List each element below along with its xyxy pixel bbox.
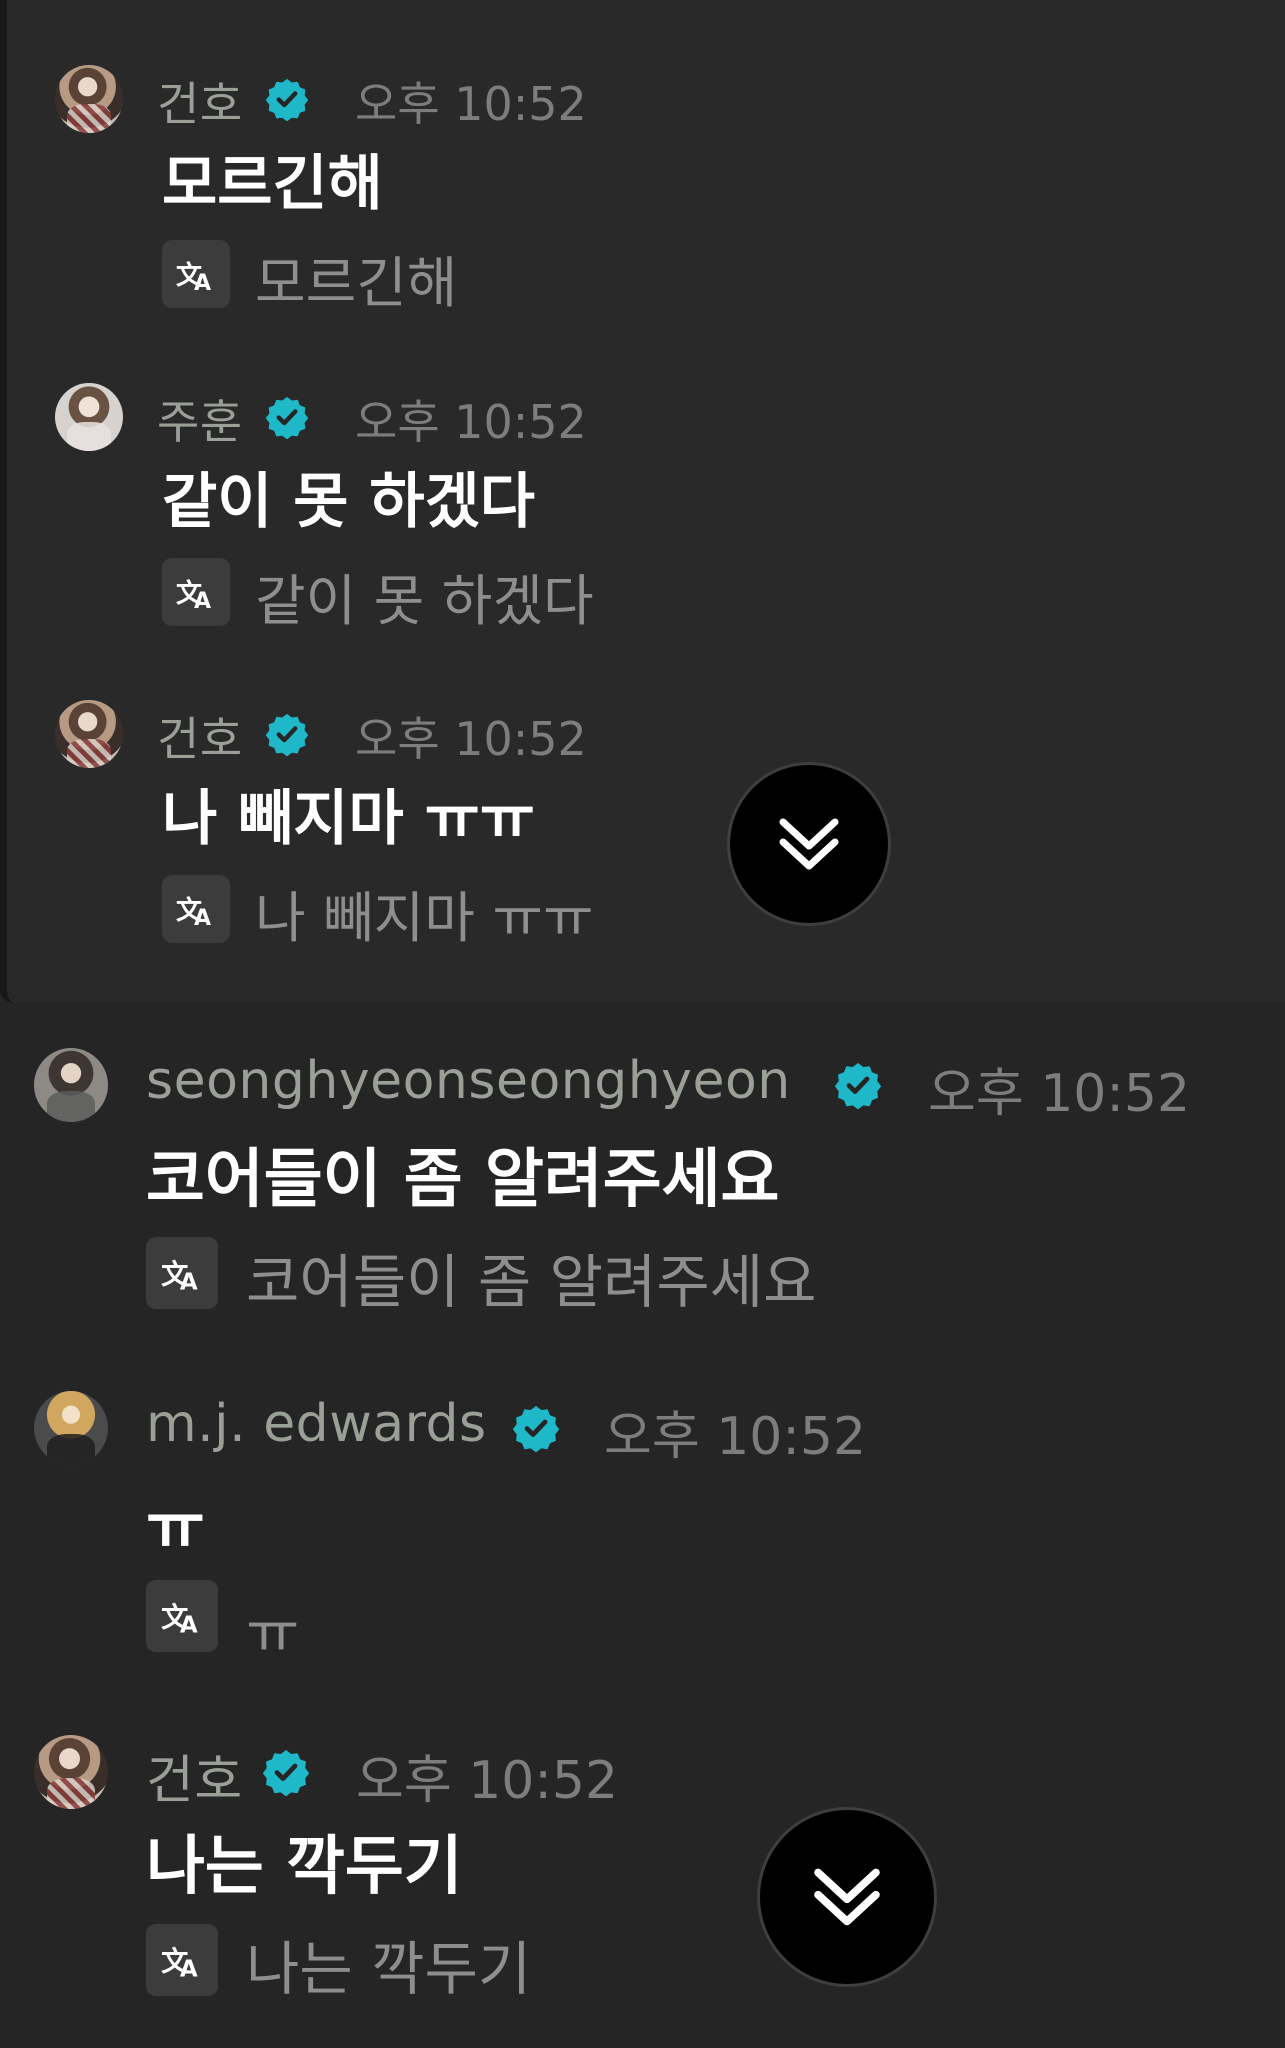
- chat-message: seonghyeonseonghyeon 오후 10:52 코어들이 좀 알려주…: [0, 1043, 1200, 1316]
- verified-badge-icon: [834, 1063, 882, 1109]
- svg-text:A: A: [194, 589, 211, 612]
- translate-icon[interactable]: 文A: [146, 1580, 218, 1652]
- chat-message: 건호 오후 10:52 나 빼지마 ㅠㅠ 文A 나 빼지마 ㅠㅠ: [7, 695, 1207, 965]
- avatar[interactable]: [34, 1048, 108, 1122]
- chat-message: m.j. edwards 오후 10:52 ㅠ 文A ㅠ: [0, 1386, 1200, 1667]
- scroll-to-bottom-button[interactable]: [727, 762, 891, 926]
- verified-badge-icon: [512, 1406, 560, 1452]
- verified-badge-icon: [262, 1750, 310, 1796]
- verified-badge-icon: [265, 78, 309, 121]
- avatar[interactable]: [55, 700, 123, 768]
- translate-icon[interactable]: 文A: [162, 875, 230, 943]
- author-name[interactable]: seonghyeonseonghyeon: [146, 1051, 791, 1111]
- timestamp: 오후 10:52: [928, 1064, 1191, 1124]
- translated-text: 같이 못 하겠다: [255, 569, 594, 633]
- translate-icon[interactable]: 文A: [146, 1237, 218, 1309]
- verified-badge-icon: [265, 713, 309, 756]
- svg-text:A: A: [194, 906, 211, 929]
- message-text: 나는 깍두기: [146, 1830, 463, 1904]
- timestamp: 오후 10:52: [355, 395, 587, 449]
- translated-text: 모르긴해: [255, 251, 458, 315]
- author-name[interactable]: 건호: [146, 1738, 243, 1813]
- chat-message: 주훈 오후 10:52 같이 못 하겠다 文A 같이 못 하겠다: [7, 378, 1207, 648]
- translated-text: 코어들이 좀 알려주세요: [246, 1248, 817, 1316]
- svg-text:A: A: [180, 1270, 198, 1294]
- svg-text:A: A: [180, 1613, 198, 1637]
- message-text: 코어들이 좀 알려주세요: [146, 1143, 780, 1217]
- svg-text:A: A: [180, 1957, 198, 1981]
- translate-icon[interactable]: 文A: [162, 240, 230, 308]
- translated-text: 나는 깍두기: [246, 1935, 532, 2003]
- translated-text: ㅠ: [246, 1599, 300, 1667]
- author-name[interactable]: 주훈: [157, 386, 243, 452]
- translated-text: 나 빼지마 ㅠㅠ: [255, 886, 594, 950]
- avatar[interactable]: [34, 1735, 108, 1809]
- chat-message: 건호 오후 10:52 모르긴해 文A 모르긴해: [7, 60, 1207, 330]
- author-name[interactable]: 건호: [157, 703, 243, 769]
- author-name[interactable]: 건호: [157, 68, 243, 134]
- message-text: 모르긴해: [162, 149, 383, 219]
- author-name[interactable]: m.j. edwards: [146, 1394, 487, 1454]
- timestamp: 오후 10:52: [355, 77, 587, 131]
- timestamp: 오후 10:52: [355, 712, 587, 766]
- message-text: 같이 못 하겠다: [162, 467, 535, 537]
- timestamp: 오후 10:52: [604, 1407, 867, 1467]
- message-text: ㅠ: [146, 1491, 205, 1565]
- double-chevron-down-icon: [814, 1868, 880, 1926]
- chat-message: 건호 오후 10:52 나는 깍두기 文A 나는 깍두기: [0, 1730, 1200, 2003]
- svg-text:A: A: [194, 271, 211, 294]
- scroll-to-bottom-button[interactable]: [757, 1807, 937, 1987]
- chat-panel-bottom: seonghyeonseonghyeon 오후 10:52 코어들이 좀 알려주…: [0, 1003, 1285, 2048]
- translate-icon[interactable]: 文A: [146, 1924, 218, 1996]
- avatar[interactable]: [55, 65, 123, 133]
- translate-icon[interactable]: 文A: [162, 558, 230, 626]
- verified-badge-icon: [265, 396, 309, 439]
- chat-panel-top: 건호 오후 10:52 모르긴해 文A 모르긴해 주훈 오후 10:52 같이 …: [0, 0, 1285, 1003]
- timestamp: 오후 10:52: [356, 1751, 619, 1811]
- message-text: 나 빼지마 ㅠㅠ: [162, 784, 535, 854]
- avatar[interactable]: [34, 1391, 108, 1465]
- double-chevron-down-icon: [779, 818, 839, 870]
- avatar[interactable]: [55, 383, 123, 451]
